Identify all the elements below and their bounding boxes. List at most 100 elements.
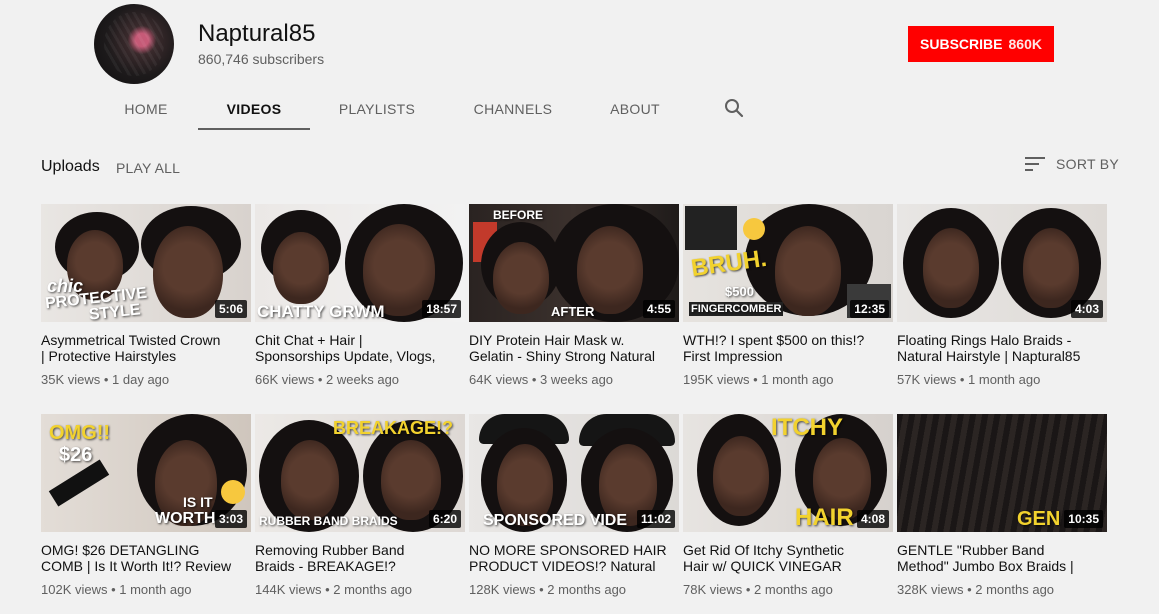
view-count: 57K views xyxy=(897,372,957,387)
video-thumbnail[interactable]: BRUH. $500 FINGERCOMBER 12:35 xyxy=(683,204,893,322)
tab-videos[interactable]: VIDEOS xyxy=(198,88,310,130)
video-title-line: | Protective Hairstyles xyxy=(41,348,177,364)
video-title-line: Gelatin - Shiny Strong Natural xyxy=(469,348,655,364)
video-card[interactable]: CHATTY GRWM 18:57 Chit Chat + Hair | Spon… xyxy=(255,204,465,387)
thumbnail-text: $500 xyxy=(725,284,754,299)
video-title[interactable]: DIY Protein Hair Mask w. Gelatin - Shiny … xyxy=(469,332,679,364)
sort-by-button[interactable]: SORT BY xyxy=(1024,156,1119,172)
video-meta: 144K views • 2 months ago xyxy=(255,582,413,597)
view-count: 66K views xyxy=(255,372,315,387)
thumbnail-text: GEN xyxy=(1017,508,1061,530)
thumbnail-text: IS IT xyxy=(183,494,213,510)
video-duration: 12:35 xyxy=(850,300,889,318)
thumbnail-text: SPONSORED VIDE xyxy=(483,512,628,529)
thumbnail-text: FINGERCOMBER xyxy=(689,302,784,316)
video-title-line: Braids - BREAKAGE!? xyxy=(255,558,396,574)
video-title-line: First Impression xyxy=(683,348,783,364)
upload-age: 2 weeks ago xyxy=(326,372,400,387)
video-card[interactable]: BRUH. $500 FINGERCOMBER 12:35 WTH!? I sp… xyxy=(683,204,893,387)
video-title-line: Natural Hairstyle | Naptural85 xyxy=(897,348,1081,364)
upload-age: 2 months ago xyxy=(975,582,1055,597)
video-card[interactable]: BREAKAGE!? RUBBER BAND BRAIDS 6:20 Remov… xyxy=(255,414,465,597)
video-title[interactable]: Asymmetrical Twisted Crown | Protective H… xyxy=(41,332,251,364)
video-thumbnail[interactable]: BREAKAGE!? RUBBER BAND BRAIDS 6:20 xyxy=(255,414,465,532)
video-thumbnail[interactable]: chic PROTECTIVE STYLE 5:06 xyxy=(41,204,251,322)
upload-age: 2 months ago xyxy=(754,582,833,597)
view-count: 102K views xyxy=(41,582,108,597)
video-duration: 3:03 xyxy=(214,510,247,528)
video-thumbnail[interactable]: SPONSORED VIDE 11:02 xyxy=(469,414,679,532)
play-all-button[interactable]: PLAY ALL xyxy=(116,160,180,176)
video-title-line: NO MORE SPONSORED HAIR xyxy=(469,542,667,558)
uploads-heading: Uploads xyxy=(41,158,100,175)
video-thumbnail[interactable]: ITCHY HAIR 4:08 xyxy=(683,414,893,532)
video-duration: 11:02 xyxy=(636,510,675,528)
channel-name: Naptural85 xyxy=(198,20,316,47)
video-card[interactable]: OMG!! $26 IS IT WORTH 3:03 OMG! $26 DETA… xyxy=(41,414,251,597)
video-title[interactable]: Chit Chat + Hair | Sponsorships Update, V… xyxy=(255,332,465,364)
tab-playlists[interactable]: PLAYLISTS xyxy=(330,88,424,130)
video-title-line: Get Rid Of Itchy Synthetic xyxy=(683,542,845,558)
view-count: 144K views xyxy=(255,582,322,597)
view-count: 128K views xyxy=(469,582,536,597)
video-card[interactable]: 4:03 Floating Rings Halo Braids - Natural… xyxy=(897,204,1107,387)
video-thumbnail[interactable]: OMG!! $26 IS IT WORTH 3:03 xyxy=(41,414,251,532)
video-card[interactable]: ITCHY HAIR 4:08 Get Rid Of Itchy Synthet… xyxy=(683,414,893,597)
video-title[interactable]: NO MORE SPONSORED HAIR PRODUCT VIDEOS!? N… xyxy=(469,542,679,574)
video-meta: 328K views • 2 months ago xyxy=(897,582,1055,597)
subscriber-count: 860,746 subscribers xyxy=(198,51,325,67)
video-thumbnail[interactable]: GEN 10:35 xyxy=(897,414,1107,532)
upload-age: 1 month ago xyxy=(761,372,834,387)
video-title[interactable]: OMG! $26 DETANGLING COMB | Is It Worth It… xyxy=(41,542,251,574)
thumbnail-text: WORTH xyxy=(155,510,216,527)
channel-page: Naptural85 860,746 subscribers SUBSCRIBE… xyxy=(0,0,1159,614)
video-card[interactable]: BEFORE AFTER 4:55 DIY Protein Hair Mask … xyxy=(469,204,679,387)
tab-about[interactable]: ABOUT xyxy=(600,88,670,130)
video-title-line: Chit Chat + Hair | xyxy=(255,332,363,348)
thumbnail-text: OMG!! xyxy=(49,422,111,444)
view-count: 35K views xyxy=(41,372,101,387)
video-duration: 6:20 xyxy=(428,510,461,528)
thumbnail-text: BREAKAGE!? xyxy=(333,418,453,438)
upload-age: 1 month ago xyxy=(968,372,1041,387)
video-duration: 18:57 xyxy=(422,300,461,318)
subscribe-count: 860K xyxy=(1008,36,1042,52)
upload-age: 2 months ago xyxy=(547,582,627,597)
video-title-line: Floating Rings Halo Braids - xyxy=(897,332,1072,348)
thumbnail-text: $26 xyxy=(59,444,93,466)
subscribe-button[interactable]: SUBSCRIBE 860K xyxy=(908,26,1054,62)
channel-avatar[interactable] xyxy=(94,4,174,84)
video-thumbnail[interactable]: BEFORE AFTER 4:55 xyxy=(469,204,679,322)
video-meta: 102K views • 1 month ago xyxy=(41,582,192,597)
video-card[interactable]: GEN 10:35 GENTLE "Rubber Band Method" Jum… xyxy=(897,414,1107,597)
view-count: 328K views xyxy=(897,582,964,597)
sort-icon xyxy=(1025,157,1045,171)
video-title[interactable]: Removing Rubber Band Braids - BREAKAGE!? xyxy=(255,542,465,574)
tab-home[interactable]: HOME xyxy=(112,88,180,130)
view-count: 64K views xyxy=(469,372,529,387)
video-title-line: Method" Jumbo Box Braids | xyxy=(897,558,1074,574)
video-thumbnail[interactable]: CHATTY GRWM 18:57 xyxy=(255,204,465,322)
video-title-line: Asymmetrical Twisted Crown xyxy=(41,332,221,348)
video-card[interactable]: chic PROTECTIVE STYLE 5:06 Asymmetrical … xyxy=(41,204,251,387)
video-title[interactable]: GENTLE "Rubber Band Method" Jumbo Box Bra… xyxy=(897,542,1107,574)
search-icon[interactable] xyxy=(722,96,746,120)
video-meta: 57K views • 1 month ago xyxy=(897,372,1041,387)
thumbnail-text: CHATTY GRWM xyxy=(257,302,385,321)
video-title[interactable]: WTH!? I spent $500 on this!? First Impres… xyxy=(683,332,893,364)
video-title-line: GENTLE "Rubber Band xyxy=(897,542,1045,558)
video-title-line: WTH!? I spent $500 on this!? xyxy=(683,332,865,348)
view-count: 195K views xyxy=(683,372,750,387)
video-title[interactable]: Floating Rings Halo Braids - Natural Hair… xyxy=(897,332,1107,364)
video-title[interactable]: Get Rid Of Itchy Synthetic Hair w/ QUICK … xyxy=(683,542,893,574)
video-thumbnail[interactable]: 4:03 xyxy=(897,204,1107,322)
video-card[interactable]: SPONSORED VIDE 11:02 NO MORE SPONSORED H… xyxy=(469,414,679,597)
video-duration: 4:08 xyxy=(856,510,889,528)
upload-age: 1 month ago xyxy=(119,582,192,597)
thumbnail-text: RUBBER BAND BRAIDS xyxy=(259,514,398,528)
video-duration: 5:06 xyxy=(214,300,247,318)
video-meta: 66K views • 2 weeks ago xyxy=(255,372,400,387)
tab-channels[interactable]: CHANNELS xyxy=(462,88,564,130)
video-meta: 195K views • 1 month ago xyxy=(683,372,834,387)
video-title-line: Removing Rubber Band xyxy=(255,542,405,558)
